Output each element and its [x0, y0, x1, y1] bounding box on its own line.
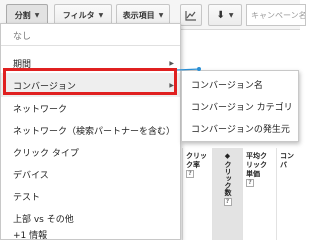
connector-arrow: [176, 67, 201, 71]
